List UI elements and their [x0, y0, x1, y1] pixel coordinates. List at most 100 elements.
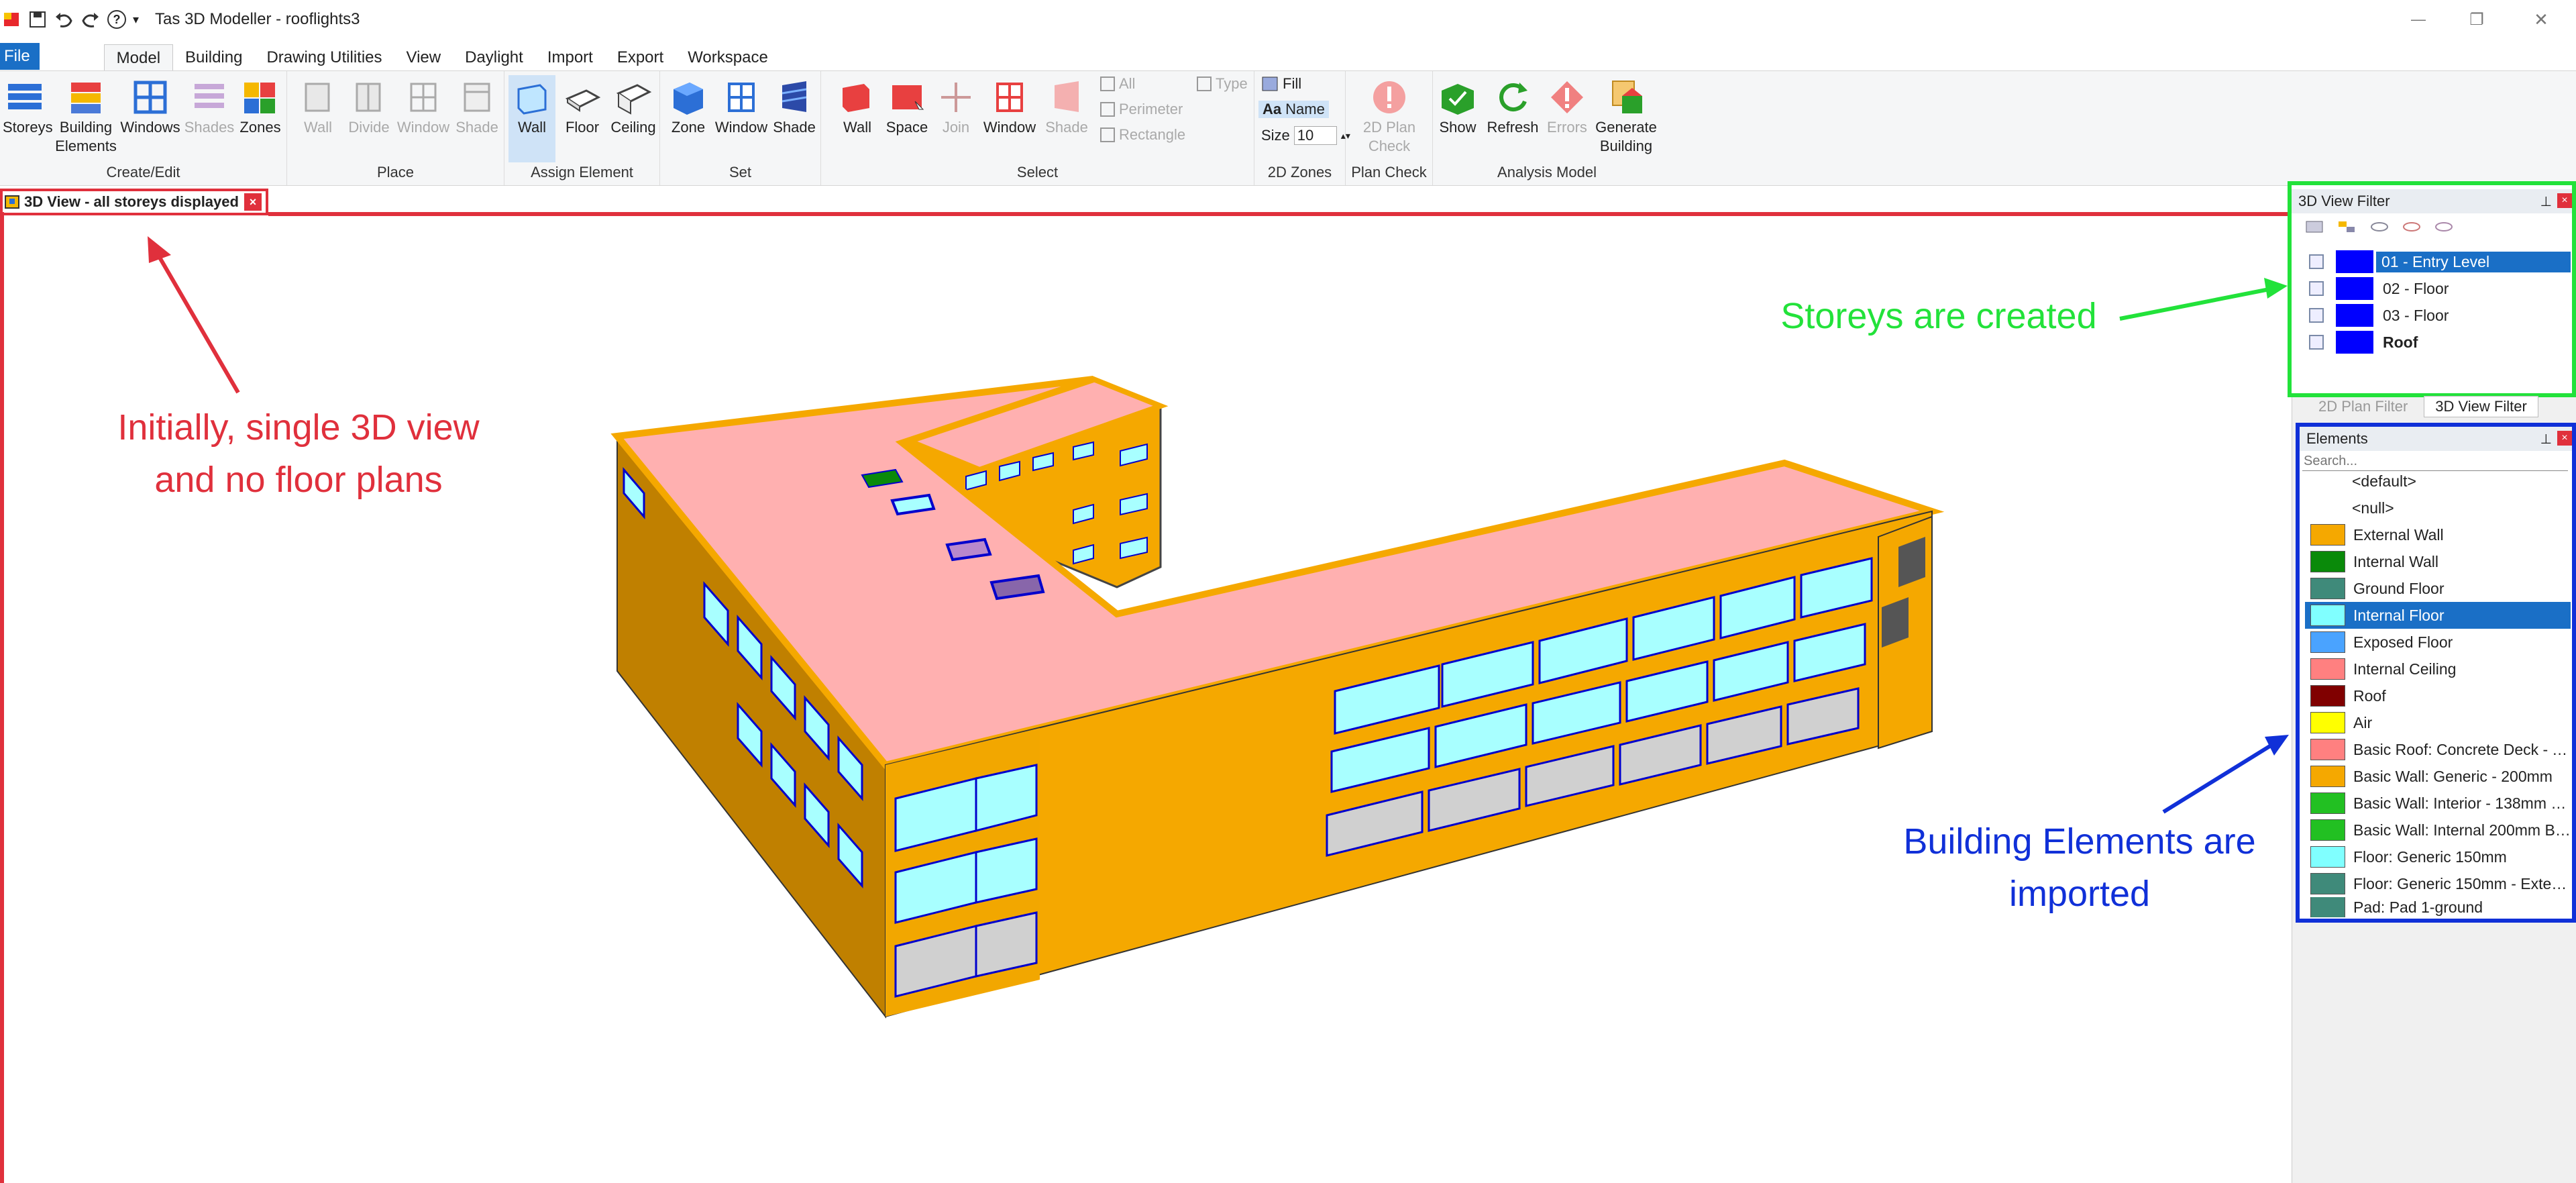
- assign-ceiling-button[interactable]: Ceiling: [606, 75, 660, 137]
- select-perimeter-button[interactable]: Perimeter: [1100, 101, 1183, 118]
- 3d-viewport[interactable]: [4, 216, 2292, 1183]
- save-icon[interactable]: [28, 10, 47, 29]
- size-input[interactable]: 10: [1293, 126, 1337, 145]
- storey-row-3[interactable]: 03 - Floor: [2302, 303, 2571, 328]
- tab-drawing-utilities[interactable]: Drawing Utilities: [254, 44, 394, 71]
- filter-tabs: 2D Plan Filter 3D View Filter: [2308, 395, 2576, 419]
- select-window-button[interactable]: Window: [978, 75, 1041, 137]
- select-shade-button[interactable]: Shade: [1040, 75, 1093, 137]
- tab-model[interactable]: Model: [103, 44, 174, 71]
- storey-row-1[interactable]: 01 - Entry Level: [2302, 249, 2571, 274]
- checkbox[interactable]: [2309, 335, 2324, 350]
- tab-export[interactable]: Export: [605, 44, 676, 71]
- group-label: Assign Element: [531, 164, 633, 181]
- list-item[interactable]: Floor: Generic 150mm: [2305, 843, 2571, 870]
- minimize-button[interactable]: —: [2392, 0, 2445, 39]
- select-all-button[interactable]: All: [1100, 75, 1135, 93]
- building-elements-button[interactable]: Building Elements: [54, 75, 118, 156]
- errors-button[interactable]: Errors: [1540, 75, 1594, 137]
- checkbox[interactable]: [2309, 281, 2324, 296]
- list-item[interactable]: <default>: [2305, 468, 2571, 495]
- list-item[interactable]: Ground Floor: [2305, 575, 2571, 602]
- set-shade-button[interactable]: Shade: [769, 75, 820, 137]
- list-item[interactable]: Floor: Generic 150mm - Exteri...: [2305, 870, 2571, 897]
- join-button[interactable]: Join: [934, 75, 978, 137]
- undo-icon[interactable]: [54, 10, 74, 29]
- storeys-button[interactable]: Storeys: [3, 75, 53, 137]
- zones-button[interactable]: Zones: [235, 75, 286, 137]
- list-item[interactable]: Roof: [2305, 682, 2571, 709]
- windows-button[interactable]: Windows: [118, 75, 182, 137]
- generate-building-icon: [1605, 78, 1647, 117]
- redo-icon[interactable]: [80, 10, 101, 29]
- list-item[interactable]: Pad: Pad 1-ground: [2305, 897, 2571, 917]
- name-toggle[interactable]: Aa Name: [1258, 101, 1329, 118]
- close-icon[interactable]: ×: [244, 193, 262, 211]
- fill-toggle[interactable]: Fill: [1261, 75, 1301, 93]
- tab-2d-plan-filter[interactable]: 2D Plan Filter: [2308, 397, 2418, 417]
- list-item[interactable]: Internal Ceiling: [2305, 656, 2571, 682]
- divide-button[interactable]: Divide: [342, 75, 396, 137]
- list-item[interactable]: Exposed Floor: [2305, 629, 2571, 656]
- place-wall-button[interactable]: Wall: [294, 75, 342, 137]
- tab-workspace[interactable]: Workspace: [676, 44, 780, 71]
- list-item[interactable]: <null>: [2305, 495, 2571, 521]
- pin-icon[interactable]: ⊥: [2540, 193, 2552, 210]
- assign-floor-button[interactable]: Floor: [558, 75, 606, 137]
- select-space-button[interactable]: Space: [881, 75, 932, 137]
- eye-all-icon[interactable]: [2434, 219, 2454, 235]
- title-bar: ? ▾ Tas 3D Modeller - rooflights3 — ❐ ✕: [0, 0, 2576, 39]
- tab-view[interactable]: View: [394, 44, 453, 71]
- shades-button[interactable]: Shades: [182, 75, 236, 137]
- list-item[interactable]: Internal Floor: [2305, 602, 2571, 629]
- checkbox[interactable]: [2309, 254, 2324, 269]
- checkbox[interactable]: [2309, 308, 2324, 323]
- plan-check-button[interactable]: 2D Plan Check: [1352, 75, 1426, 156]
- list-item[interactable]: Basic Wall: Internal 200mm Bl...: [2305, 817, 2571, 843]
- select-rectangle-button[interactable]: Rectangle: [1100, 126, 1185, 144]
- tab-3d-view-filter[interactable]: 3D View Filter: [2424, 396, 2538, 417]
- set-window-button[interactable]: Window: [711, 75, 771, 137]
- storey-row-2[interactable]: 02 - Floor: [2302, 276, 2571, 301]
- refresh-icon: [1492, 78, 1534, 117]
- assign-wall-button[interactable]: Wall: [508, 75, 555, 162]
- color-swatch: [2310, 739, 2345, 760]
- list-item[interactable]: Internal Wall: [2305, 548, 2571, 575]
- refresh-button[interactable]: Refresh: [1483, 75, 1543, 137]
- restore-button[interactable]: ❐: [2450, 0, 2504, 39]
- tree-icon[interactable]: [2337, 219, 2357, 235]
- color-swatch: [2310, 658, 2345, 680]
- wall-icon: [297, 78, 339, 117]
- pin-icon[interactable]: ⊥: [2540, 431, 2552, 448]
- list-icon[interactable]: [2305, 219, 2325, 235]
- close-icon[interactable]: ×: [2557, 431, 2572, 446]
- document-tab[interactable]: 3D View - all storeys displayed ×: [0, 189, 268, 215]
- shade-icon: [1046, 78, 1087, 117]
- show-button[interactable]: Show: [1433, 75, 1483, 137]
- list-item[interactable]: External Wall: [2305, 521, 2571, 548]
- tab-building[interactable]: Building: [173, 44, 254, 71]
- generate-building-button[interactable]: Generate Building: [1593, 75, 1660, 156]
- close-button[interactable]: ✕: [2514, 0, 2568, 39]
- wall-icon: [837, 78, 878, 117]
- close-icon[interactable]: ×: [2557, 193, 2572, 208]
- place-shade-button[interactable]: Shade: [451, 75, 503, 137]
- file-tab[interactable]: File: [0, 43, 40, 70]
- storey-row-roof[interactable]: Roof: [2302, 329, 2571, 355]
- color-swatch: [2310, 873, 2345, 894]
- list-item[interactable]: Basic Wall: Generic - 200mm: [2305, 763, 2571, 790]
- list-item[interactable]: Air: [2305, 709, 2571, 736]
- select-wall-button[interactable]: Wall: [835, 75, 880, 137]
- place-window-button[interactable]: Window: [394, 75, 452, 137]
- chevron-down-icon[interactable]: ▾: [133, 13, 139, 27]
- set-zone-button[interactable]: Zone: [665, 75, 711, 137]
- help-icon[interactable]: ?: [107, 10, 126, 29]
- group-set: Zone Window Shade Set: [660, 71, 821, 185]
- eye-off-icon[interactable]: [2402, 219, 2422, 235]
- eye-icon[interactable]: [2369, 219, 2390, 235]
- list-item[interactable]: Basic Roof: Concrete Deck - T...: [2305, 736, 2571, 763]
- list-item[interactable]: Basic Wall: Interior - 138mm P...: [2305, 790, 2571, 817]
- tab-daylight[interactable]: Daylight: [453, 44, 535, 71]
- tab-import[interactable]: Import: [535, 44, 605, 71]
- select-type-button[interactable]: Type: [1197, 75, 1248, 93]
